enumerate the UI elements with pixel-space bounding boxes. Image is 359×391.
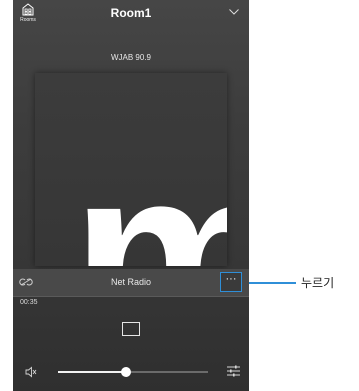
album-artwork: m: [35, 73, 227, 266]
source-label: Net Radio: [110, 277, 152, 287]
artwork-logo: m: [71, 115, 227, 266]
callout-label: 누르기: [301, 276, 335, 290]
player-screen: Rooms Room1 WJAB 90.9 m Net Radio ··· 00…: [13, 0, 249, 391]
stop-button[interactable]: [122, 322, 140, 336]
artwork-letter: m: [71, 115, 227, 266]
volume-thumb[interactable]: [120, 367, 131, 377]
station-name: WJAB 90.9: [110, 53, 151, 62]
more-options-button[interactable]: ···: [220, 272, 242, 292]
speaker-muted-icon[interactable]: [25, 366, 37, 378]
callout-line: [249, 282, 296, 284]
volume-level: [58, 371, 126, 373]
chevron-down-icon[interactable]: [229, 9, 239, 15]
elapsed-time: 00:35: [20, 299, 38, 306]
volume-slider[interactable]: [58, 367, 208, 377]
progress-bar[interactable]: [13, 296, 249, 297]
room-title[interactable]: Room1: [13, 6, 249, 20]
header: Rooms Room1: [13, 0, 249, 30]
sliders-icon[interactable]: [227, 365, 240, 377]
source-bar: Net Radio ···: [13, 269, 249, 297]
